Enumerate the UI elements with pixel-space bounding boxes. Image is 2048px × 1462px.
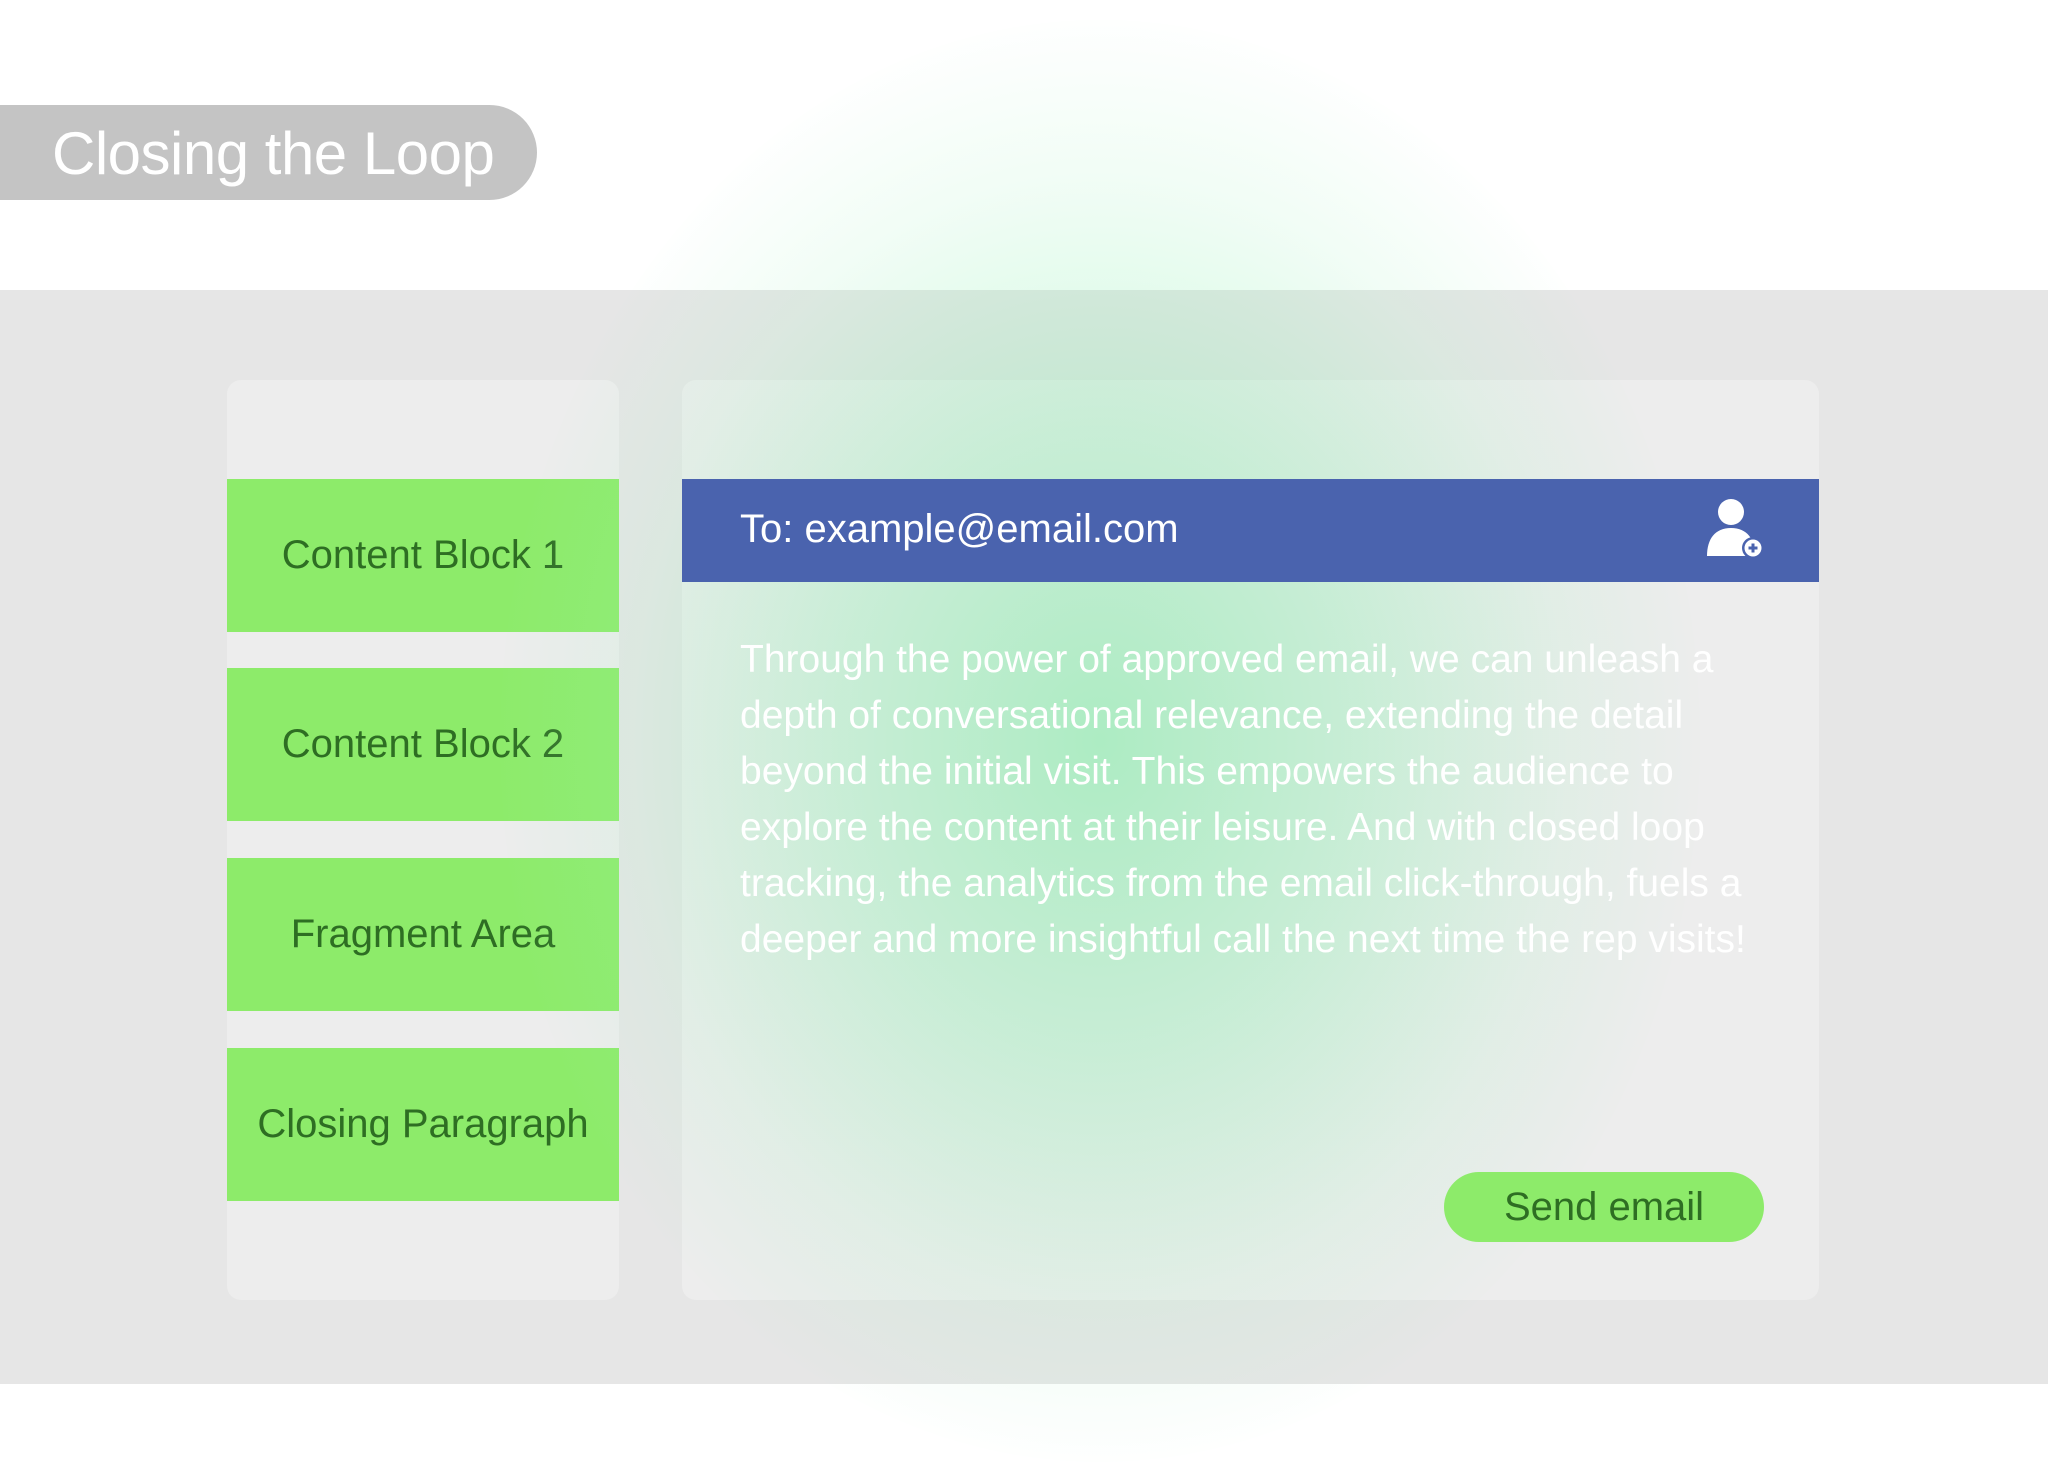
fragment-area[interactable]: Fragment Area bbox=[227, 858, 619, 1011]
closing-paragraph[interactable]: Closing Paragraph bbox=[227, 1048, 619, 1201]
page-title: Closing the Loop bbox=[52, 120, 495, 187]
add-user-icon[interactable] bbox=[1701, 495, 1765, 561]
content-block-1[interactable]: Content Block 1 bbox=[227, 479, 619, 632]
recipient-field[interactable]: To: example@email.com bbox=[740, 507, 1179, 552]
email-body-text: Through the power of approved email, we … bbox=[740, 638, 1746, 961]
content-block-2[interactable]: Content Block 2 bbox=[227, 668, 619, 821]
email-recipient-bar: To: example@email.com bbox=[682, 479, 1819, 582]
page-title-pill: Closing the Loop bbox=[0, 105, 537, 200]
send-email-button[interactable]: Send email bbox=[1444, 1172, 1764, 1242]
